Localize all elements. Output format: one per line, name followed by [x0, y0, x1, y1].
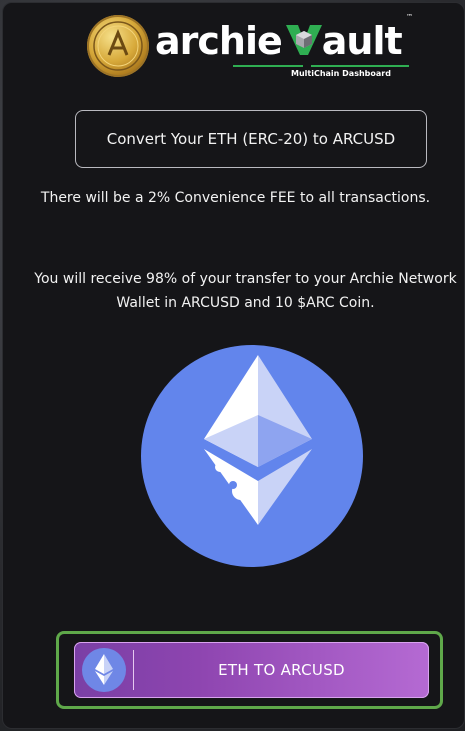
- logo-underline-right: [311, 65, 409, 67]
- dashboard-subtitle: MultiChain Dashboard: [291, 69, 391, 78]
- dashboard-panel: archie ault ™ MultiChain Dashboard Conve…: [2, 2, 465, 729]
- brand-prefix: archie: [155, 19, 283, 63]
- ethereum-small-icon: [82, 648, 126, 692]
- swap-button-label: ETH TO ARCUSD: [218, 661, 345, 679]
- trademark-mark: ™: [406, 13, 413, 21]
- vault-v-icon: [284, 19, 324, 68]
- ethereum-logo-icon: [141, 345, 363, 567]
- swap-button-highlight: ETH TO ARCUSD: [56, 631, 443, 709]
- brand-logo: archie ault ™ MultiChain Dashboard: [83, 11, 423, 81]
- brand-wordmark: archie ault: [155, 19, 403, 68]
- logo-underline-left: [233, 65, 303, 67]
- brand-suffix: ault: [321, 19, 403, 63]
- receive-notice: You will receive 98% of your transfer to…: [23, 267, 465, 315]
- fee-notice: There will be a 2% Convenience FEE to al…: [40, 190, 431, 206]
- convert-title-box: Convert Your ETH (ERC-20) to ARCUSD: [75, 110, 427, 168]
- screen-background: archie ault ™ MultiChain Dashboard Conve…: [0, 0, 465, 731]
- archie-coin-icon: [87, 15, 149, 77]
- eth-to-arcusd-button[interactable]: ETH TO ARCUSD: [74, 642, 429, 698]
- receive-notice-line-2: Wallet in ARCUSD and 10 $ARC Coin.: [116, 295, 375, 311]
- receive-notice-line-1: You will receive 98% of your transfer to…: [34, 271, 457, 287]
